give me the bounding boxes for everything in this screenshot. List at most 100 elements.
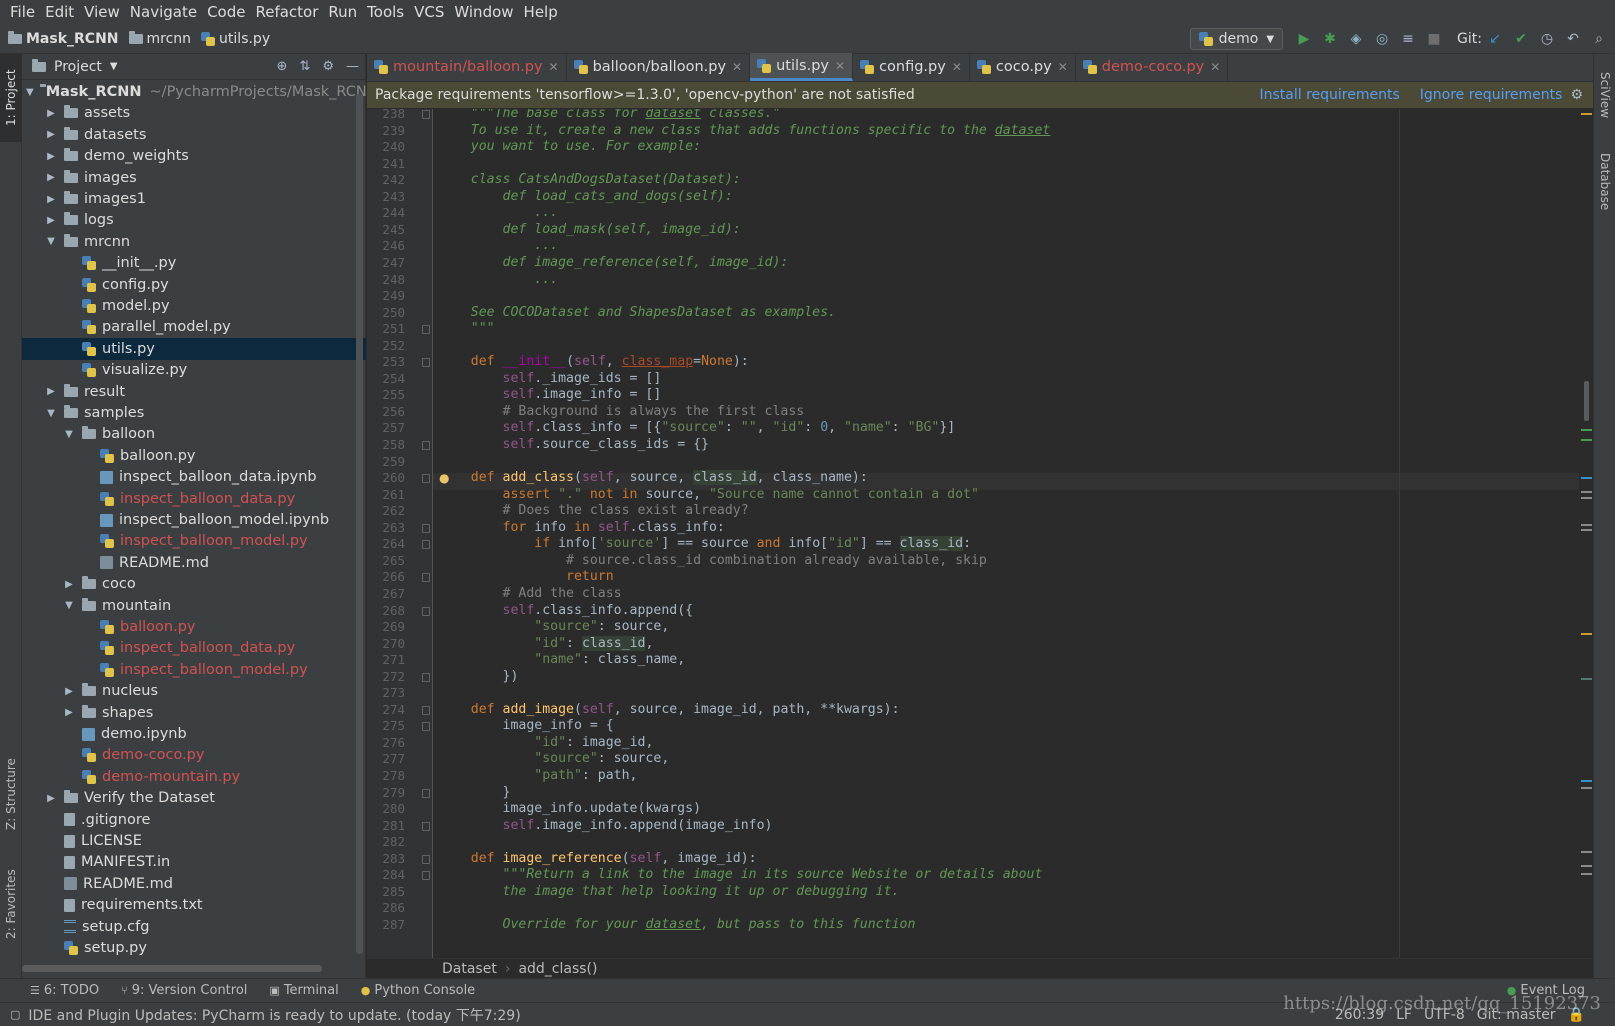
tree-item[interactable]: model.py: [22, 295, 366, 317]
tree-item[interactable]: inspect_balloon_model.ipynb: [22, 509, 366, 531]
coverage-button[interactable]: ◈: [1344, 27, 1368, 51]
tool-tab-database[interactable]: Database: [1594, 142, 1615, 222]
stripe-marker[interactable]: [1581, 787, 1592, 789]
menu-edit[interactable]: Edit: [40, 0, 79, 24]
chevron-down-icon[interactable]: ▼: [62, 429, 76, 440]
close-icon[interactable]: ✕: [732, 60, 742, 74]
tree-item[interactable]: .gitignore: [22, 809, 366, 831]
tree-item[interactable]: ▼ balloon: [22, 423, 366, 445]
locate-icon[interactable]: ⊕: [277, 59, 288, 74]
tree-item[interactable]: ▶ result: [22, 381, 366, 403]
tree-item[interactable]: README.md: [22, 873, 366, 895]
menu-vcs[interactable]: VCS: [409, 0, 449, 24]
stripe-marker[interactable]: [1581, 678, 1592, 680]
run-configuration-select[interactable]: demo ▼: [1189, 28, 1284, 50]
tree-item[interactable]: ▶ nucleus: [22, 680, 366, 702]
menu-code[interactable]: Code: [202, 0, 250, 24]
close-icon[interactable]: ✕: [835, 59, 845, 73]
tree-item[interactable]: MANIFEST.in: [22, 851, 366, 873]
breadcrumb-file[interactable]: utils.py: [201, 31, 270, 47]
chevron-down-icon[interactable]: ▼: [44, 408, 58, 419]
todo-tool-button[interactable]: ☰ 6: TODO: [30, 983, 99, 998]
tree-item[interactable]: visualize.py: [22, 359, 366, 381]
menu-help[interactable]: Help: [519, 0, 563, 24]
tree-item[interactable]: demo.ipynb: [22, 723, 366, 745]
chevron-right-icon[interactable]: ▶: [62, 686, 76, 697]
close-icon[interactable]: ✕: [952, 60, 962, 74]
breadcrumb-method[interactable]: add_class(): [518, 961, 597, 977]
tree-item[interactable]: ▼ Mask_RCNN ~/PycharmProjects/Mask_RCNN: [22, 81, 366, 103]
tree-item[interactable]: ▶ images1: [22, 188, 366, 210]
tree-item[interactable]: balloon.py: [22, 616, 366, 638]
fold-marker[interactable]: [422, 573, 430, 583]
chevron-right-icon[interactable]: ▶: [62, 707, 76, 718]
gear-icon[interactable]: ⚙: [1570, 87, 1583, 103]
status-message[interactable]: IDE and Plugin Updates: PyCharm is ready…: [28, 1005, 520, 1025]
line-gutter[interactable]: 238 239 240 241 242 243 244 245 246 247 248 249 250 2…: [367, 109, 449, 958]
breadcrumb-class[interactable]: Dataset: [442, 961, 497, 977]
chevron-right-icon[interactable]: ▶: [44, 386, 58, 397]
fold-marker[interactable]: [422, 358, 430, 368]
tree-item[interactable]: demo-coco.py: [22, 744, 366, 766]
tree-item[interactable]: LICENSE: [22, 830, 366, 852]
tree-item[interactable]: inspect_balloon_model.py: [22, 659, 366, 681]
collapse-all-icon[interactable]: ⇅: [299, 59, 310, 74]
chevron-right-icon[interactable]: ▶: [62, 579, 76, 590]
tree-item[interactable]: ▶ images: [22, 167, 366, 189]
git-revert-icon[interactable]: ↶: [1561, 27, 1585, 51]
install-requirements-link[interactable]: Install requirements: [1260, 87, 1400, 103]
editor-tab[interactable]: coco.py ✕: [970, 53, 1076, 81]
editor-tab[interactable]: config.py ✕: [853, 53, 970, 81]
git-commit-icon[interactable]: ✔: [1509, 27, 1533, 51]
tree-item[interactable]: requirements.txt: [22, 894, 366, 916]
tree-item[interactable]: inspect_balloon_model.py: [22, 530, 366, 552]
ignore-requirements-link[interactable]: Ignore requirements: [1420, 87, 1563, 103]
fold-marker[interactable]: [422, 523, 430, 533]
hide-icon[interactable]: —: [346, 59, 359, 74]
menu-refactor[interactable]: Refactor: [250, 0, 323, 24]
terminal-tool-button[interactable]: ▣ Terminal: [269, 983, 338, 998]
fold-marker[interactable]: [422, 854, 430, 864]
tree-horizontal-scrollbar[interactable]: [22, 965, 322, 972]
tree-item[interactable]: ▶ coco: [22, 573, 366, 595]
tree-item[interactable]: __init__.py: [22, 252, 366, 274]
fold-marker[interactable]: [422, 788, 430, 798]
stripe-marker[interactable]: [1581, 873, 1592, 875]
editor-scroll-thumb[interactable]: [1584, 381, 1589, 421]
fold-marker[interactable]: [422, 821, 430, 831]
stripe-marker[interactable]: [1581, 633, 1592, 635]
menu-run[interactable]: Run: [323, 0, 362, 24]
stop-button[interactable]: ■: [1422, 27, 1446, 51]
chevron-right-icon[interactable]: ▶: [44, 129, 58, 140]
fold-marker[interactable]: [422, 705, 430, 715]
tool-tab-sciview[interactable]: SciView: [1594, 60, 1615, 130]
editor-tab[interactable]: mountain/balloon.py ✕: [367, 53, 567, 81]
tree-item[interactable]: utils.py: [22, 337, 366, 360]
breadcrumb-project[interactable]: Mask_RCNN: [8, 30, 119, 47]
editor-tab[interactable]: balloon/balloon.py ✕: [567, 53, 751, 81]
stripe-marker[interactable]: [1581, 524, 1592, 526]
chevron-down-icon[interactable]: ▼: [44, 236, 58, 247]
fold-marker[interactable]: [422, 672, 430, 682]
git-update-icon[interactable]: ↙: [1483, 27, 1507, 51]
tree-item[interactable]: ▶ logs: [22, 209, 366, 231]
chevron-down-icon[interactable]: ▼: [110, 61, 118, 72]
fold-marker[interactable]: [422, 474, 430, 484]
stripe-marker[interactable]: [1581, 113, 1592, 115]
stripe-marker[interactable]: [1581, 865, 1592, 867]
menu-file[interactable]: File: [5, 0, 40, 24]
tree-item[interactable]: setup.cfg: [22, 916, 366, 938]
git-history-icon[interactable]: ◷: [1535, 27, 1559, 51]
chevron-right-icon[interactable]: ▶: [44, 172, 58, 183]
tree-item[interactable]: ▼ samples: [22, 402, 366, 424]
version-control-tool-button[interactable]: ⑂ 9: Version Control: [121, 983, 247, 998]
breadcrumb-folder[interactable]: mrcnn: [128, 30, 191, 47]
tree-scrollbar[interactable]: [356, 94, 363, 954]
chevron-right-icon[interactable]: ▶: [44, 151, 58, 162]
tree-item[interactable]: ▶ shapes: [22, 702, 366, 724]
tree-item[interactable]: demo-mountain.py: [22, 766, 366, 788]
debug-button[interactable]: ✱: [1318, 27, 1342, 51]
stripe-marker[interactable]: [1581, 497, 1592, 499]
tree-item[interactable]: inspect_balloon_data.py: [22, 488, 366, 510]
stripe-marker[interactable]: [1581, 491, 1592, 493]
